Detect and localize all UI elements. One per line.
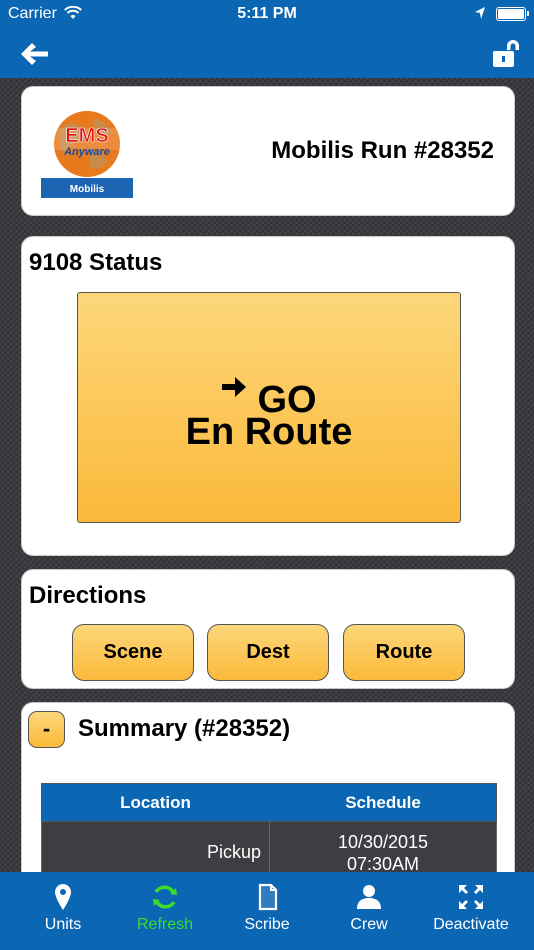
table-header-row: Location Schedule — [41, 783, 497, 822]
person-icon — [357, 885, 381, 909]
tab-deactivate-label: Deactivate — [433, 916, 509, 933]
directions-card: Directions Scene Dest Route — [21, 569, 515, 689]
status-action-line2: En Route — [185, 411, 353, 453]
svg-text:Mobilis: Mobilis — [70, 184, 105, 195]
ems-anyware-logo: EMS Anyware Mobilis — [41, 106, 133, 198]
tab-deactivate[interactable]: Deactivate — [418, 872, 524, 950]
document-icon — [258, 883, 278, 911]
run-title: Mobilis Run #28352 — [271, 137, 494, 164]
status-section-title: 9108 Status — [29, 249, 163, 276]
run-header-card: EMS Anyware Mobilis Mobilis Run #28352 — [21, 86, 515, 216]
schedule-table: Location Schedule Pickup 10/30/2015 07:3… — [41, 783, 497, 884]
unlocked-padlock-icon[interactable] — [492, 38, 520, 68]
right-arrow-icon — [221, 365, 247, 397]
status-go-button[interactable]: GO En Route — [77, 292, 461, 523]
route-button[interactable]: Route — [343, 624, 465, 681]
tab-units[interactable]: Units — [10, 872, 116, 950]
svg-text:EMS: EMS — [65, 125, 108, 147]
tab-scribe[interactable]: Scribe — [214, 872, 320, 950]
schedule-date: 10/30/2015 — [337, 831, 429, 852]
bottom-tab-bar: Units Refresh Scribe Crew Deactivate — [0, 872, 534, 950]
column-header-schedule: Schedule — [269, 783, 497, 822]
svg-text:Anyware: Anyware — [63, 146, 110, 158]
tab-crew-label: Crew — [350, 916, 388, 933]
collapse-summary-button[interactable]: - — [28, 711, 65, 748]
navigation-bar — [0, 28, 534, 78]
location-arrow-icon — [474, 6, 486, 25]
tab-refresh[interactable]: Refresh — [112, 872, 218, 950]
back-arrow-icon[interactable] — [20, 42, 50, 66]
clock: 5:11 PM — [237, 5, 297, 22]
tab-units-label: Units — [44, 916, 82, 933]
dest-button[interactable]: Dest — [207, 624, 329, 681]
unit-status-card: 9108 Status GO En Route — [21, 236, 515, 556]
map-pin-icon — [55, 884, 71, 910]
battery-full-icon — [496, 7, 529, 21]
tab-scribe-label: Scribe — [244, 916, 290, 933]
refresh-icon — [153, 885, 177, 909]
directions-title: Directions — [29, 582, 147, 609]
expand-arrows-icon — [459, 885, 483, 909]
tab-crew[interactable]: Crew — [316, 872, 422, 950]
tab-refresh-label: Refresh — [136, 916, 194, 933]
scene-button[interactable]: Scene — [72, 624, 194, 681]
summary-title: Summary (#28352) — [78, 715, 291, 742]
column-header-location: Location — [41, 783, 270, 822]
status-bar: Carrier 5:11 PM — [0, 0, 534, 28]
